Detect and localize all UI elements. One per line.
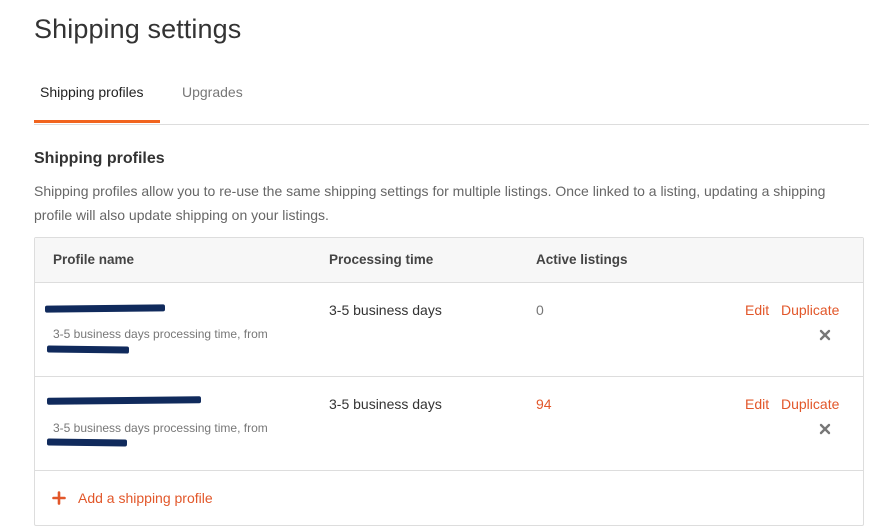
column-header-profile-name: Profile name (53, 252, 135, 267)
section-description: Shipping profiles allow you to re-use th… (34, 183, 826, 223)
close-icon[interactable] (817, 327, 833, 343)
redacted-profile-name (44, 304, 166, 313)
active-listings-count[interactable]: 0 (536, 302, 544, 318)
column-header-processing-time: Processing time (329, 252, 434, 267)
table-header: Profile name Processing time Active list… (35, 238, 863, 283)
redacted-profile-name (46, 396, 202, 405)
processing-time-cell: 3-5 business days (329, 396, 442, 412)
page-title: Shipping settings (34, 14, 242, 44)
redacted-origin (46, 345, 130, 354)
profile-description: 3-5 business days processing time, from (53, 421, 268, 435)
edit-link[interactable]: Edit (745, 302, 769, 318)
shipping-profiles-table: Profile name Processing time Active list… (34, 237, 864, 526)
plus-icon (52, 491, 66, 505)
add-shipping-profile-label: Add a shipping profile (78, 490, 213, 506)
redacted-origin (46, 438, 128, 447)
edit-link[interactable]: Edit (745, 396, 769, 412)
add-shipping-profile-button[interactable]: Add a shipping profile (35, 471, 863, 526)
table-row: 3-5 business days processing time, from … (35, 377, 863, 471)
tab-upgrades[interactable]: Upgrades (182, 84, 243, 100)
section-heading: Shipping profiles (34, 150, 165, 167)
duplicate-link[interactable]: Duplicate (781, 302, 839, 318)
active-listings-count[interactable]: 94 (536, 396, 552, 412)
tab-shipping-profiles[interactable]: Shipping profiles (40, 84, 144, 100)
table-row: 3-5 business days processing time, from … (35, 283, 863, 377)
duplicate-link[interactable]: Duplicate (781, 396, 839, 412)
column-header-active-listings: Active listings (536, 252, 628, 267)
active-tab-indicator (34, 120, 160, 123)
profile-description: 3-5 business days processing time, from (53, 327, 268, 341)
processing-time-cell: 3-5 business days (329, 302, 442, 318)
tab-bar: Shipping profiles Upgrades (34, 75, 869, 125)
close-icon[interactable] (817, 421, 833, 437)
